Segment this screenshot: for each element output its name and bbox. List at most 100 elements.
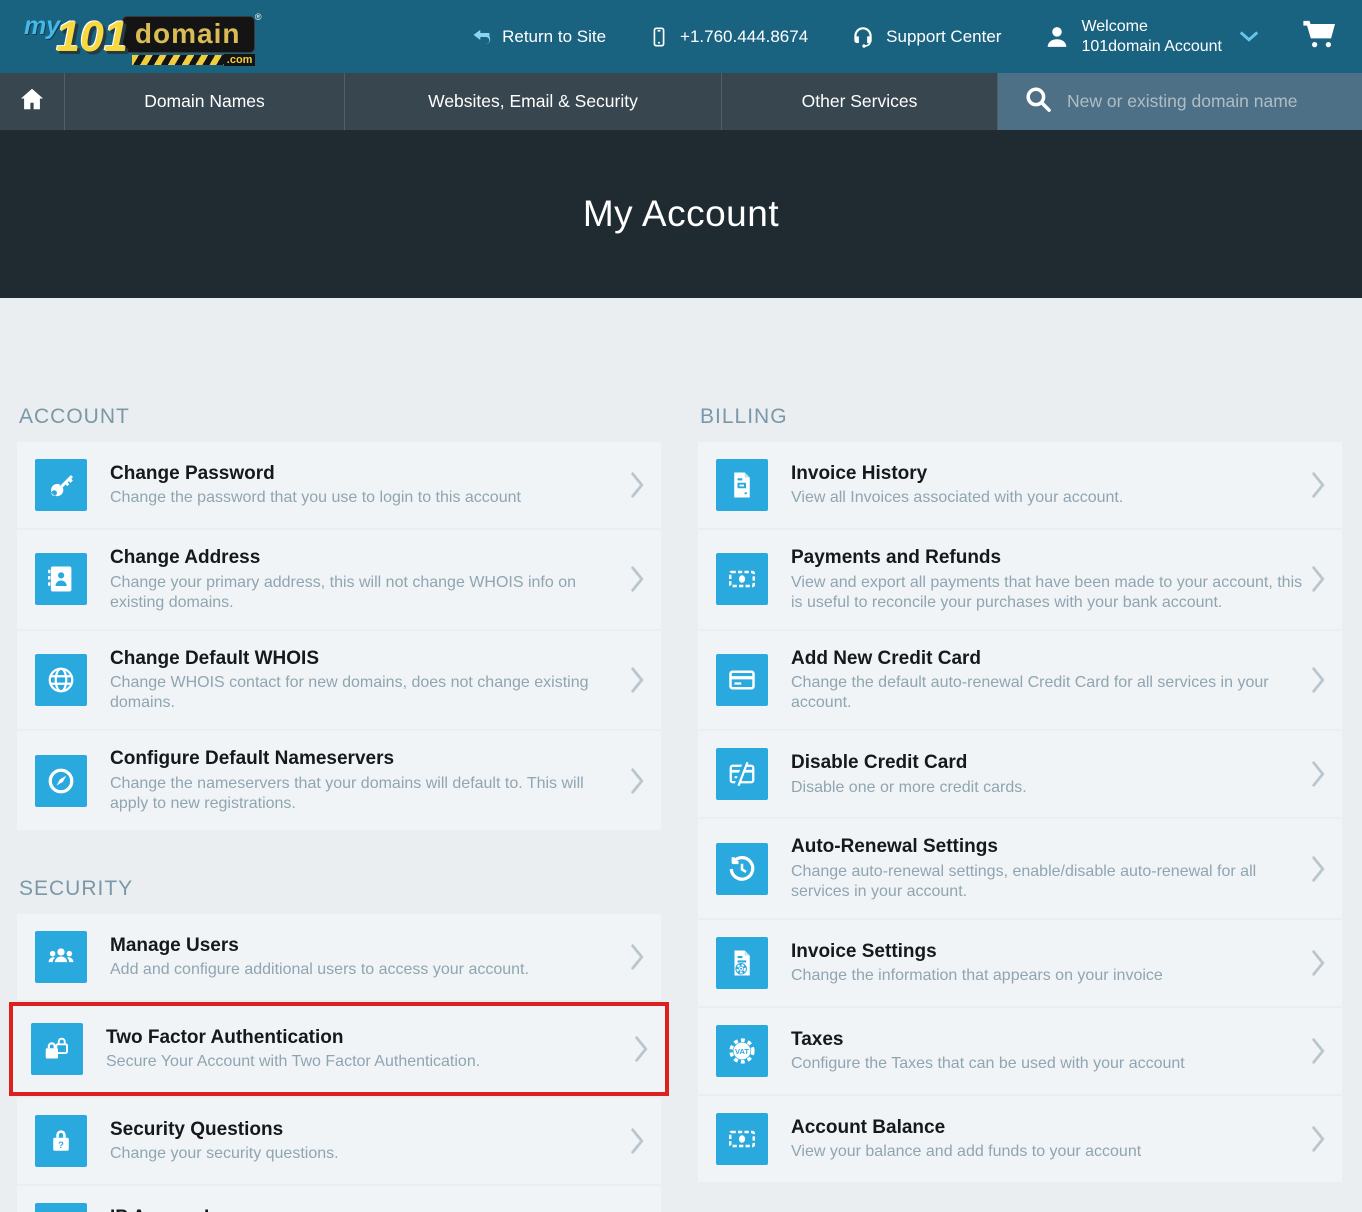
menu-item-configure-default-nameservers[interactable]: Configure Default Nameservers Change the… — [17, 731, 661, 830]
item-subtitle: View your balance and add funds to your … — [791, 1142, 1305, 1162]
cart-button[interactable] — [1302, 19, 1336, 54]
money-bill-icon — [716, 553, 768, 605]
highlight-box-two-factor: Two Factor Authentication Secure Your Ac… — [9, 1002, 669, 1096]
history-icon — [716, 843, 768, 895]
section-header-account: ACCOUNT — [19, 405, 661, 429]
menu-item-manage-users[interactable]: Manage Users Add and configure additiona… — [17, 914, 661, 1000]
globe-icon — [35, 654, 87, 706]
site-logo[interactable]: my 101 domain ® .com — [24, 12, 255, 61]
return-arrow-icon — [471, 26, 492, 47]
item-title: Add New Credit Card — [791, 647, 1305, 672]
tab-websites-email-security[interactable]: Websites, Email & Security — [345, 73, 722, 130]
svg-text:VAT: VAT — [735, 1047, 749, 1056]
item-title: Auto-Renewal Settings — [791, 835, 1305, 860]
menu-item-taxes[interactable]: VAT Taxes Configure the Taxes that can b… — [698, 1008, 1342, 1094]
phone-number[interactable]: +1.760.444.8674 — [648, 25, 808, 49]
invoice-icon — [716, 459, 768, 511]
menu-item-invoice-history[interactable]: Invoice History View all Invoices associ… — [698, 442, 1342, 528]
vat-gear-icon: VAT — [716, 1025, 768, 1077]
menu-item-auto-renewal-settings[interactable]: Auto-Renewal Settings Change auto-renewa… — [698, 819, 1342, 918]
item-subtitle: Disable one or more credit cards. — [791, 778, 1305, 798]
return-to-site-link[interactable]: Return to Site — [471, 26, 606, 47]
item-subtitle: Change the nameservers that your domains… — [110, 774, 624, 814]
home-icon — [19, 87, 45, 116]
headset-icon — [850, 24, 876, 50]
item-subtitle: Configure the Taxes that can be used wit… — [791, 1054, 1305, 1074]
menu-item-security-questions[interactable]: ? Security Questions Change your securit… — [17, 1098, 661, 1184]
item-subtitle: Change auto-renewal settings, enable/dis… — [791, 862, 1305, 902]
cart-icon — [1302, 36, 1336, 53]
item-title: Invoice History — [791, 462, 1305, 487]
two-locks-icon — [31, 1023, 83, 1075]
phone-number-label: +1.760.444.8674 — [680, 27, 808, 47]
account-dashboard: ACCOUNT Change Password Change the passw… — [0, 298, 1362, 1212]
item-title: Change Password — [110, 462, 624, 487]
menu-item-two-factor-authentication[interactable]: Two Factor Authentication Secure Your Ac… — [13, 1006, 665, 1092]
item-subtitle: Change the default auto-renewal Credit C… — [791, 673, 1305, 713]
item-title: Disable Credit Card — [791, 751, 1305, 776]
chevron-right-icon — [630, 943, 645, 971]
item-subtitle: Change your primary address, this will n… — [110, 573, 624, 613]
item-title: Change Default WHOIS — [110, 647, 624, 672]
chevron-right-icon — [630, 767, 645, 795]
chevron-right-icon — [630, 666, 645, 694]
address-book-icon — [35, 553, 87, 605]
mobile-phone-icon — [648, 25, 670, 49]
chevron-right-icon — [1311, 760, 1326, 788]
account-welcome: Welcome 101domain Account — [1081, 17, 1222, 57]
item-title: Security Questions — [110, 1118, 624, 1143]
right-column: BILLING Invoice History View all Invoice… — [698, 405, 1342, 1212]
menu-item-invoice-settings[interactable]: Invoice Settings Change the information … — [698, 920, 1342, 1006]
account-name: 101domain Account — [1081, 37, 1222, 57]
svg-text:?: ? — [58, 1140, 64, 1150]
users-icon — [35, 931, 87, 983]
compass-icon — [35, 755, 87, 807]
credit-card-slash-icon — [716, 748, 768, 800]
item-title: IP Access Logger — [110, 1206, 624, 1212]
account-menu[interactable]: Welcome 101domain Account — [1043, 17, 1260, 57]
menu-item-payments-and-refunds[interactable]: Payments and Refunds View and export all… — [698, 530, 1342, 629]
menu-item-disable-credit-card[interactable]: Disable Credit Card Disable one or more … — [698, 731, 1342, 817]
chevron-right-icon — [1311, 471, 1326, 499]
logo-my: my — [24, 12, 60, 41]
item-subtitle: Add and configure additional users to ac… — [110, 960, 624, 980]
menu-item-add-new-credit-card[interactable]: Add New Credit Card Change the default a… — [698, 631, 1342, 730]
key-icon — [35, 459, 87, 511]
credit-card-icon — [716, 654, 768, 706]
search-icon — [1024, 85, 1052, 118]
chevron-right-icon — [1311, 1037, 1326, 1065]
item-subtitle: Change WHOIS contact for new domains, do… — [110, 673, 624, 713]
chevron-down-icon — [1238, 29, 1260, 45]
menu-item-change-password[interactable]: Change Password Change the password that… — [17, 442, 661, 528]
logo-domain-wrap: domain ® .com — [122, 16, 256, 65]
domain-search-bar — [998, 73, 1362, 130]
item-title: Change Address — [110, 546, 624, 571]
tab-domain-names[interactable]: Domain Names — [65, 73, 345, 130]
menu-item-ip-access-logger[interactable]: IP Access Logger View logs showing when … — [17, 1186, 661, 1212]
item-title: Invoice Settings — [791, 940, 1305, 965]
top-utilities: Return to Site +1.760.444.8674 Support C… — [471, 17, 1336, 57]
domain-search-input[interactable] — [1067, 91, 1337, 112]
logo-tld: .com — [224, 54, 256, 66]
home-button[interactable] — [0, 73, 65, 130]
menu-item-change-default-whois[interactable]: Change Default WHOIS Change WHOIS contac… — [17, 631, 661, 730]
main-nav: Domain Names Websites, Email & Security … — [0, 73, 1362, 130]
chevron-right-icon — [1311, 666, 1326, 694]
item-title: Payments and Refunds — [791, 546, 1305, 571]
item-subtitle: Change your security questions. — [110, 1144, 624, 1164]
tab-label: Other Services — [802, 91, 918, 112]
logo-101: 101 — [56, 18, 128, 57]
support-center-label: Support Center — [886, 27, 1001, 47]
tab-other-services[interactable]: Other Services — [722, 73, 998, 130]
chevron-right-icon — [1311, 949, 1326, 977]
tab-label: Websites, Email & Security — [428, 91, 638, 112]
chevron-right-icon — [630, 471, 645, 499]
menu-item-account-balance[interactable]: Account Balance View your balance and ad… — [698, 1096, 1342, 1182]
chevron-right-icon — [634, 1035, 649, 1063]
support-center-link[interactable]: Support Center — [850, 24, 1001, 50]
page-banner: My Account — [0, 130, 1362, 298]
item-title: Two Factor Authentication — [106, 1026, 628, 1051]
section-header-security: SECURITY — [19, 877, 661, 901]
menu-item-change-address[interactable]: Change Address Change your primary addre… — [17, 530, 661, 629]
lock-question-icon: ? — [35, 1115, 87, 1167]
